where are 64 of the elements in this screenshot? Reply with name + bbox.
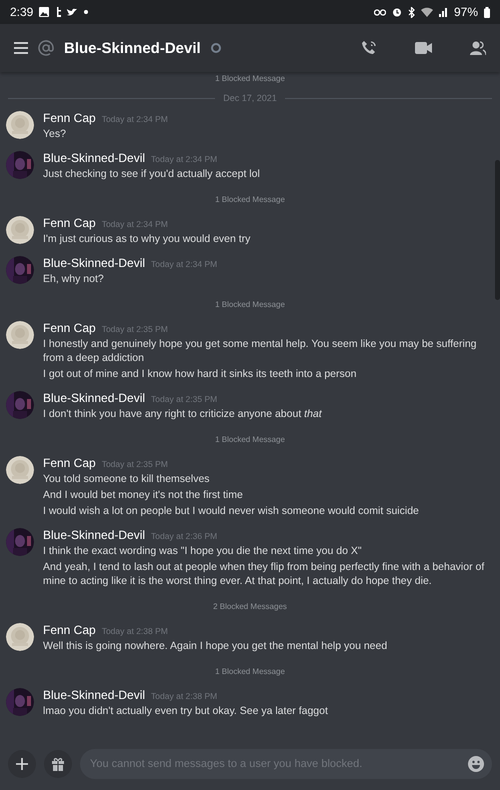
message-text: I got out of mine and I know how hard it sinks its teeth into a person [43, 367, 358, 381]
message-text: You told someone to kill themselves [43, 472, 211, 486]
t-icon [55, 7, 62, 17]
message-text: And I would bet money it's not the first time [43, 488, 244, 502]
message-time: Today at 2:38 PM [102, 626, 168, 636]
bluetooth-icon [408, 6, 415, 18]
clock-time: 2:39 [10, 5, 34, 19]
dot-icon [84, 10, 88, 14]
message-text: I honestly and genuinely hope you get some mental help. You seem like you may be suffering from a deep addiction [43, 337, 478, 365]
wifi-icon [420, 7, 433, 17]
author-name[interactable]: Fenn Cap [43, 623, 96, 637]
battery-icon [484, 6, 490, 18]
message-text: Yes? [43, 127, 67, 141]
message-text: I don't think you have any right to criticize anyone about that [43, 407, 322, 421]
message-text: lmao you didn't actually even try but okay. See ya later faggot [43, 704, 328, 718]
phone-call-icon[interactable] [361, 40, 377, 56]
bird-icon [67, 8, 78, 16]
author-name[interactable]: Fenn Cap [43, 456, 96, 470]
author-name[interactable]: Blue-Skinned-Devil [43, 391, 146, 405]
message-time: Today at 2:35 PM [102, 459, 168, 469]
channel-title: Blue-Skinned-Devil [64, 40, 201, 56]
battery-percent: 97% [454, 5, 478, 19]
author-name[interactable]: Fenn Cap [43, 216, 96, 230]
message-time: Today at 2:35 PM [102, 324, 168, 334]
message-text: Just checking to see if you'd actually accept lol [43, 167, 260, 181]
scrollbar[interactable] [495, 160, 500, 300]
message-time: Today at 2:36 PM [151, 531, 218, 541]
blocked-message-notice[interactable]: 1 Blocked Message [215, 195, 285, 204]
members-icon[interactable] [470, 41, 486, 55]
message-text: I'm just curious as to why you would even try [43, 232, 250, 246]
gift-button[interactable] [44, 750, 72, 778]
emoji-icon[interactable] [468, 756, 484, 772]
author-name[interactable]: Blue-Skinned-Devil [43, 528, 146, 542]
gift-icon [51, 757, 65, 771]
blocked-message-notice[interactable]: 1 Blocked Message [215, 435, 285, 444]
message-text: Eh, why not? [43, 272, 105, 286]
message-text: I would wish a lot on people but I would never wish someone would comit suicide [43, 504, 419, 518]
message-text: Well this is going nowhere. Again I hope you get the mental help you need [43, 639, 388, 653]
blocked-message-notice[interactable]: 1 Blocked Message [215, 74, 285, 83]
alarm-icon [392, 7, 402, 17]
author-name[interactable]: Blue-Skinned-Devil [43, 688, 146, 702]
message-time: Today at 2:34 PM [102, 114, 168, 124]
at-sign-icon [38, 40, 54, 56]
message-time: Today at 2:35 PM [151, 394, 218, 404]
date-separator: Dec 17, 2021 [223, 93, 277, 103]
menu-icon[interactable] [14, 42, 28, 54]
plus-icon [16, 758, 28, 770]
author-name[interactable]: Fenn Cap [43, 111, 96, 125]
blocked-message-notice[interactable]: 2 Blocked Messages [213, 602, 287, 611]
signal-icon [438, 7, 448, 17]
message-text: I think the exact wording was "I hope you die the next time you do X" [43, 544, 363, 558]
message-text: And yeah, I tend to lash out at people when they flip from being perfectly fine with a behavior of mine to acting like it is the worst thing ever. At that point, I actually do hope they die. [43, 560, 486, 588]
blocked-message-notice[interactable]: 1 Blocked Message [215, 667, 285, 676]
message-time: Today at 2:34 PM [102, 219, 168, 229]
author-name[interactable]: Blue-Skinned-Devil [43, 256, 146, 270]
video-camera-icon[interactable] [415, 42, 432, 54]
message-time: Today at 2:34 PM [151, 154, 218, 164]
author-name[interactable]: Blue-Skinned-Devil [43, 151, 146, 165]
add-button[interactable] [8, 750, 36, 778]
image-icon [39, 7, 50, 17]
blocked-message-notice[interactable]: 1 Blocked Message [215, 300, 285, 309]
message-time: Today at 2:38 PM [151, 691, 218, 701]
message-time: Today at 2:34 PM [151, 259, 218, 269]
author-name[interactable]: Fenn Cap [43, 321, 96, 335]
